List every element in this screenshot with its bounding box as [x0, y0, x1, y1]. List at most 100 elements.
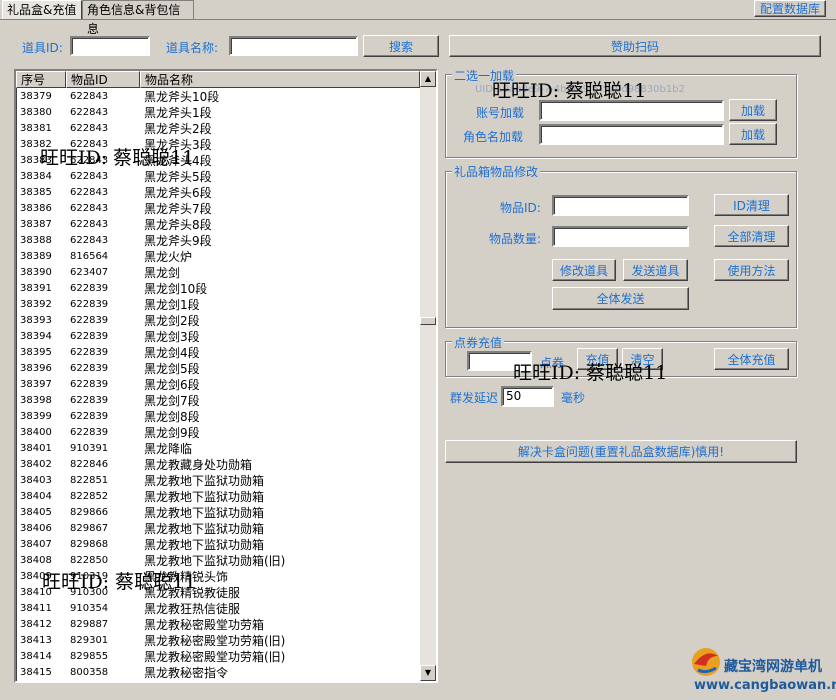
gift-item-id-input[interactable] [552, 195, 689, 216]
row-item-id: 622843 [70, 203, 109, 214]
table-row[interactable]: 38412 829887 黑龙教秘密殿堂功劳箱 [16, 617, 420, 633]
table-row[interactable]: 38384 622843 黑龙斧头5段 [16, 169, 420, 185]
delay-label: 群发延迟 [450, 391, 499, 405]
row-index: 38403 [20, 475, 52, 486]
watermark-text: 旺旺ID: 蔡聪聪11 [492, 80, 647, 102]
tab-divider [0, 19, 836, 20]
delay-input[interactable]: 50 [501, 386, 554, 407]
row-item-name: 黑龙剑 [144, 266, 181, 280]
table-row[interactable]: 38394 622839 黑龙剑3段 [16, 329, 420, 345]
item-count-label: 物品数量: [489, 232, 542, 246]
table-row[interactable]: 38413 829301 黑龙教秘密殿堂功劳箱(旧) [16, 633, 420, 649]
site-logo-url: www.cangbaowan.net [694, 678, 836, 693]
row-item-id: 622839 [70, 315, 109, 326]
config-database-button[interactable]: 配置数据库 [754, 0, 826, 17]
item-id-input[interactable] [70, 36, 150, 56]
load-account-button[interactable]: 加载 [729, 99, 777, 121]
table-row[interactable]: 38393 622839 黑龙剑2段 [16, 313, 420, 329]
row-item-id: 829887 [70, 619, 109, 630]
item-name-input[interactable] [229, 36, 358, 56]
fix-gift-box-button[interactable]: 解决卡盒问题(重置礼品盒数据库)慎用! [445, 440, 797, 463]
row-index: 38380 [20, 107, 52, 118]
table-row[interactable]: 38387 622843 黑龙斧头8段 [16, 217, 420, 233]
table-row[interactable]: 38400 622839 黑龙剑9段 [16, 425, 420, 441]
account-input[interactable] [539, 100, 724, 121]
row-item-name: 黑龙教秘密殿堂功劳箱 [144, 618, 265, 632]
row-item-id: 829855 [70, 651, 109, 662]
table-row[interactable]: 38399 622839 黑龙剑8段 [16, 409, 420, 425]
row-item-name: 黑龙教地下监狱功勋箱 [144, 506, 265, 520]
row-item-id: 800358 [70, 667, 109, 678]
row-index: 38387 [20, 219, 52, 230]
scroll-up-icon[interactable]: ▲ [420, 71, 436, 87]
usage-button[interactable]: 使用方法 [714, 259, 789, 281]
table-row[interactable]: 38407 829868 黑龙教地下监狱功勋箱 [16, 537, 420, 553]
row-item-name: 黑龙剑5段 [144, 362, 200, 376]
row-item-name: 黑龙教狂热信徒服 [144, 602, 241, 616]
send-item-button[interactable]: 发送道具 [623, 259, 688, 281]
table-row[interactable]: 38395 622839 黑龙剑4段 [16, 345, 420, 361]
row-item-name: 黑龙教地下监狱功勋箱 [144, 474, 265, 488]
row-item-name: 黑龙教地下监狱功勋箱 [144, 538, 265, 552]
gift-item-group-title: 礼品箱物品修改 [452, 163, 541, 180]
scroll-thumb[interactable] [420, 317, 436, 325]
search-button[interactable]: 搜索 [363, 35, 439, 57]
row-index: 38396 [20, 363, 52, 374]
row-index: 38399 [20, 411, 52, 422]
row-index: 38413 [20, 635, 52, 646]
table-row[interactable]: 38411 910354 黑龙教狂热信徒服 [16, 601, 420, 617]
row-item-name: 黑龙剑10段 [144, 282, 208, 296]
table-row[interactable]: 38386 622843 黑龙斧头7段 [16, 201, 420, 217]
row-item-id: 822851 [70, 475, 109, 486]
table-row[interactable]: 38397 622839 黑龙剑6段 [16, 377, 420, 393]
row-index: 38395 [20, 347, 52, 358]
table-row[interactable]: 38388 622843 黑龙斧头9段 [16, 233, 420, 249]
scroll-down-icon[interactable]: ▼ [420, 665, 436, 681]
table-row[interactable]: 38390 623407 黑龙剑 [16, 265, 420, 281]
delay-unit-label: 毫秒 [561, 391, 586, 405]
clear-all-button[interactable]: 全部清理 [714, 225, 789, 247]
role-input[interactable] [539, 124, 724, 145]
table-row[interactable]: 38403 822851 黑龙教地下监狱功勋箱 [16, 473, 420, 489]
modify-item-button[interactable]: 修改道具 [552, 259, 616, 281]
table-row[interactable]: 38380 622843 黑龙斧头1段 [16, 105, 420, 121]
table-row[interactable]: 38402 822846 黑龙教藏身处功勋箱 [16, 457, 420, 473]
list-scrollbar[interactable]: ▲ ▼ [420, 71, 436, 681]
table-row[interactable]: 38379 622843 黑龙斧头10段 [16, 89, 420, 105]
table-row[interactable]: 38398 622839 黑龙剑7段 [16, 393, 420, 409]
column-header-item-id[interactable]: 物品ID [66, 71, 140, 88]
recharge-all-button[interactable]: 全体充值 [714, 348, 789, 370]
send-all-button[interactable]: 全体发送 [552, 287, 689, 310]
table-row[interactable]: 38406 829867 黑龙教地下监狱功勋箱 [16, 521, 420, 537]
row-item-id: 622843 [70, 107, 109, 118]
gift-item-count-input[interactable] [552, 226, 689, 247]
table-row[interactable]: 38385 622843 黑龙斧头6段 [16, 185, 420, 201]
table-row[interactable]: 38391 622839 黑龙剑10段 [16, 281, 420, 297]
table-row[interactable]: 38381 622843 黑龙斧头2段 [16, 121, 420, 137]
table-row[interactable]: 38415 800358 黑龙教秘密指令 [16, 665, 420, 681]
table-row[interactable]: 38404 822852 黑龙教地下监狱功勋箱 [16, 489, 420, 505]
tab-role-bag-info[interactable]: 角色信息&背包信息 [82, 0, 194, 36]
table-row[interactable]: 38392 622839 黑龙剑1段 [16, 297, 420, 313]
sponsor-qr-button[interactable]: 赞助扫码 [449, 35, 821, 57]
id-clear-button[interactable]: ID清理 [714, 194, 789, 216]
row-index: 38412 [20, 619, 52, 630]
item-id-field-label: 物品ID: [500, 201, 541, 215]
row-item-name: 黑龙斧头5段 [144, 170, 212, 184]
column-header-item-name[interactable]: 物品名称 [140, 71, 420, 88]
table-row[interactable]: 38396 622839 黑龙剑5段 [16, 361, 420, 377]
account-load-label: 账号加载 [476, 106, 525, 120]
row-item-name: 黑龙降临 [144, 442, 193, 456]
load-role-button[interactable]: 加载 [729, 123, 777, 145]
row-item-id: 622839 [70, 299, 109, 310]
row-item-id: 822846 [70, 459, 109, 470]
table-row[interactable]: 38405 829866 黑龙教地下监狱功勋箱 [16, 505, 420, 521]
row-index: 38391 [20, 283, 52, 294]
row-item-name: 黑龙教秘密殿堂功劳箱(旧) [144, 650, 286, 664]
table-row[interactable]: 38401 910391 黑龙降临 [16, 441, 420, 457]
row-index: 38388 [20, 235, 52, 246]
column-header-index[interactable]: 序号 [16, 71, 66, 88]
tab-gift-box-recharge[interactable]: 礼品盒&充值 [2, 0, 82, 19]
table-row[interactable]: 38414 829855 黑龙教秘密殿堂功劳箱(旧) [16, 649, 420, 665]
table-row[interactable]: 38389 816564 黑龙火炉 [16, 249, 420, 265]
